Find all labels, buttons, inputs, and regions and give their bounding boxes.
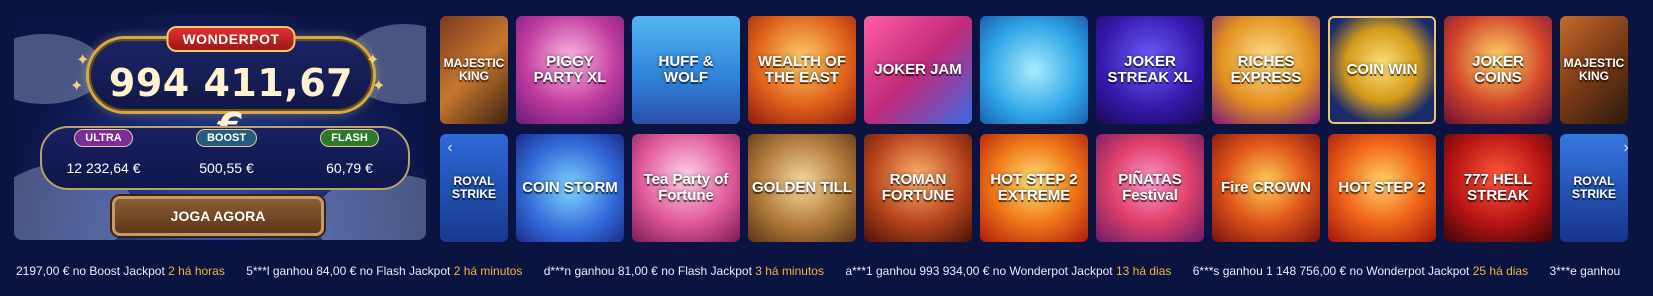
game-grid: MAJESTIC KING PIGGY PARTY XL HUFF & WOLF… (440, 16, 1644, 242)
tier-boost-label: BOOST (195, 129, 258, 147)
game-tile-wealth-of-the-east[interactable]: WEALTH OF THE EAST (748, 16, 856, 124)
game-tile-hell-streak[interactable]: 777 HELL STREAK (1444, 134, 1552, 242)
game-tile-roman-fortune[interactable]: ROMAN FORTUNE (864, 134, 972, 242)
game-tile-joker-coins[interactable]: JOKER COINS (1444, 16, 1552, 124)
game-tile-majestic-king-2[interactable]: MAJESTIC KING (1560, 16, 1628, 124)
jackpot-panel: WONDERPOT 994 411,67 € ✦ ✦ ✦ ✦ ULTRA 12 … (14, 14, 426, 240)
tier-ultra: ULTRA 12 232,64 € (42, 128, 165, 188)
tier-flash-value: 60,79 € (326, 160, 373, 176)
tier-boost-value: 500,55 € (199, 160, 254, 176)
jackpot-tiers: ULTRA 12 232,64 € BOOST 500,55 € FLASH 6… (40, 126, 410, 190)
game-tile-hot-step-2-extreme[interactable]: HOT STEP 2 EXTREME (980, 134, 1088, 242)
ticker-item: d***n ganhou 81,00 € no Flash Jackpot 3 … (543, 264, 824, 278)
game-tile-tea-party[interactable]: Tea Party of Fortune (632, 134, 740, 242)
ticker-item: 3***e ganhou (1549, 264, 1621, 278)
star-icon: ✦ (366, 52, 380, 69)
star-icon: ✦ (76, 52, 90, 69)
tier-ultra-label: ULTRA (74, 129, 133, 147)
game-tile-shark[interactable] (980, 16, 1088, 124)
star-icon: ✦ (70, 78, 84, 95)
game-tile-majestic-king[interactable]: MAJESTIC KING (440, 16, 508, 124)
tier-boost: BOOST 500,55 € (165, 128, 288, 188)
game-tile-joker-streak-xl[interactable]: JOKER STREAK XL (1096, 16, 1204, 124)
ticker-item: 5***l ganhou 84,00 € no Flash Jackpot 2 … (246, 264, 523, 278)
wonderpot-jackpot: WONDERPOT 994 411,67 € (86, 26, 376, 149)
game-tile-fire-crown[interactable]: Fire CROWN (1212, 134, 1320, 242)
game-tile-riches-express[interactable]: RICHES EXPRESS (1212, 16, 1320, 124)
game-tile-pinatas-festival[interactable]: PIÑATAS Festival (1096, 134, 1204, 242)
game-tile-golden-till[interactable]: GOLDEN TILL (748, 134, 856, 242)
game-tile-coin-storm[interactable]: COIN STORM (516, 134, 624, 242)
game-tile-hot-step-2[interactable]: HOT STEP 2 (1328, 134, 1436, 242)
play-now-button[interactable]: JOGA AGORA (112, 196, 324, 236)
chevron-right-icon[interactable]: › (1618, 138, 1634, 158)
game-tile-huff-wolf[interactable]: HUFF & WOLF (632, 16, 740, 124)
chevron-left-icon[interactable]: ‹ (442, 138, 458, 158)
tier-flash-label: FLASH (320, 129, 379, 147)
ticker-item: 2197,00 € no Boost Jackpot 2 há horas (16, 264, 225, 278)
tier-flash: FLASH 60,79 € (288, 128, 411, 188)
jackpot-title: WONDERPOT (166, 26, 296, 52)
ticker-item: 6***s ganhou 1 148 756,00 € no Wonderpot… (1192, 264, 1529, 278)
game-tile-piggy-party-xl[interactable]: PIGGY PARTY XL (516, 16, 624, 124)
winners-ticker: 2197,00 € no Boost Jackpot 2 há horas 5*… (16, 264, 1646, 282)
ticker-item: a***1 ganhou 993 934,00 € no Wonderpot J… (845, 264, 1172, 278)
game-tile-joker-jam[interactable]: JOKER JAM (864, 16, 972, 124)
star-icon: ✦ (372, 78, 386, 95)
game-tile-coin-win[interactable]: COIN WIN (1328, 16, 1436, 124)
tier-ultra-value: 12 232,64 € (66, 160, 141, 176)
